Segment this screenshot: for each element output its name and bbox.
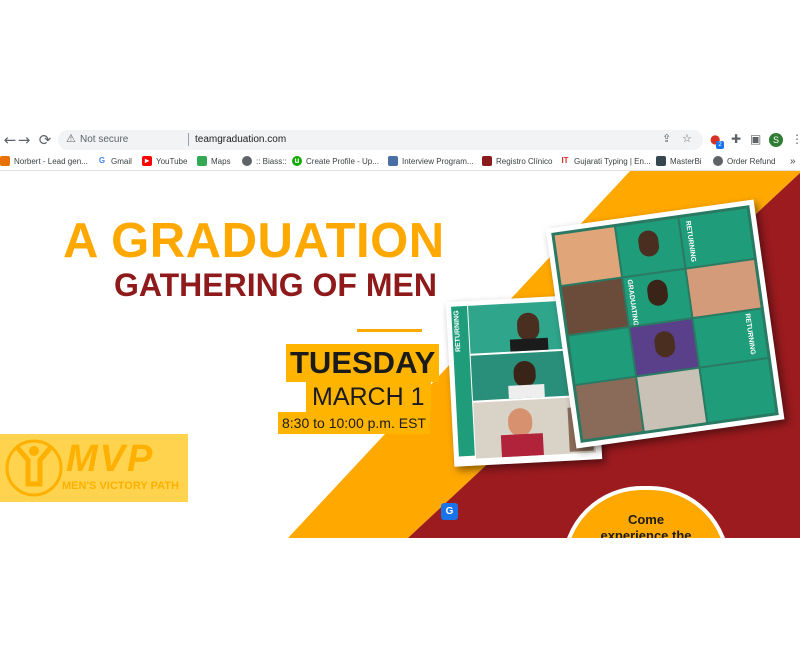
menu-icon[interactable]: ⋮: [791, 132, 800, 146]
address-separator: [188, 133, 189, 146]
puzzle-icon[interactable]: ✚: [731, 132, 741, 146]
video-tile: [568, 328, 635, 385]
reload-icon: ⟳: [38, 131, 52, 149]
doc-icon: [388, 156, 398, 166]
cta-line-1: Come: [627, 512, 665, 527]
bookmark-youtube[interactable]: ▸ YouTube: [142, 154, 187, 168]
video-tile: [616, 218, 685, 277]
event-date: MARCH 1: [306, 382, 431, 412]
reload-button[interactable]: ⟳: [35, 128, 55, 152]
extension-badge: 2: [716, 141, 724, 149]
bookmark-gujarati[interactable]: IT Gujarati Typing | En...: [560, 154, 651, 168]
address-bar[interactable]: ⚠ Not secure teamgraduation.com ⇪ ☆: [58, 130, 703, 150]
video-tile: [700, 359, 776, 422]
divider-line: [357, 329, 422, 332]
bookmark-gmail[interactable]: G Gmail: [97, 154, 132, 168]
youtube-icon: ▸: [142, 156, 152, 166]
bookmarks-bar: Norbert - Lead gen... G Gmail ▸ YouTube Ma…: [0, 152, 800, 171]
bookmark-masterbi[interactable]: MasterBi: [656, 154, 702, 168]
more-bookmarks-button[interactable]: »: [790, 154, 796, 168]
zoom-collage-photo: RETURNING GRADUATING RETURNING: [545, 199, 785, 449]
video-tile: [575, 377, 643, 440]
video-tile: [561, 278, 628, 335]
headline-primary: A GRADUATION: [63, 214, 445, 268]
google-icon: G: [97, 156, 107, 166]
video-tile: RETURNING: [679, 208, 754, 268]
bookmark-order-refund[interactable]: Order Refund: [713, 154, 775, 168]
bookmark-norbert[interactable]: Norbert - Lead gen...: [0, 154, 88, 168]
warning-icon: ⚠: [66, 132, 76, 145]
globe-icon: [713, 156, 723, 166]
mvp-logo: MVP MEN'S VICTORY PATH: [0, 434, 188, 502]
typing-icon: IT: [560, 156, 570, 166]
headline-secondary: GATHERING OF MEN: [114, 267, 437, 303]
event-day: TUESDAY: [286, 344, 440, 382]
video-tile: RETURNING: [693, 309, 768, 367]
event-time: 8:30 to 10:00 p.m. EST: [278, 412, 430, 434]
video-tile: GRADUATING: [623, 269, 692, 326]
browser-toolbar: ← → ⟳ ⚠ Not secure teamgraduation.com ⇪ …: [0, 128, 800, 152]
url-text[interactable]: teamgraduation.com: [195, 134, 286, 145]
star-icon[interactable]: ☆: [682, 132, 692, 145]
victory-figure-icon: [5, 439, 63, 497]
cta-line-2: experience the: [600, 528, 692, 538]
forward-button[interactable]: →: [14, 128, 34, 152]
bookmark-biass[interactable]: :: Biass::: [242, 154, 287, 168]
bookmark-upwork[interactable]: u Create Profile - Up...: [292, 154, 379, 168]
registro-icon: [482, 156, 492, 166]
mvp-logo-text: MVP: [66, 438, 155, 480]
masterbi-icon: [656, 156, 666, 166]
video-tile: [554, 227, 621, 286]
profile-avatar[interactable]: S: [769, 133, 783, 147]
translate-icon[interactable]: G: [441, 503, 458, 520]
video-tile: [630, 319, 699, 376]
security-label[interactable]: Not secure: [80, 134, 128, 145]
bookmark-maps[interactable]: Maps: [197, 154, 231, 168]
maps-icon: [197, 156, 207, 166]
bookmark-interview[interactable]: Interview Program...: [388, 154, 474, 168]
side-panel-icon[interactable]: ▣: [750, 132, 761, 146]
globe-icon: [242, 156, 252, 166]
forward-arrow-icon: →: [17, 131, 31, 149]
share-icon[interactable]: ⇪: [662, 132, 671, 145]
bookmark-registro[interactable]: Registro Clínico: [482, 154, 552, 168]
norbert-icon: [0, 156, 10, 166]
video-tile: [637, 368, 707, 431]
video-tile: [686, 259, 761, 317]
mvp-logo-subtext: MEN'S VICTORY PATH: [62, 480, 179, 492]
upwork-icon: u: [292, 156, 302, 166]
web-page: A GRADUATION GATHERING OF MEN TUESDAY MA…: [0, 171, 800, 538]
